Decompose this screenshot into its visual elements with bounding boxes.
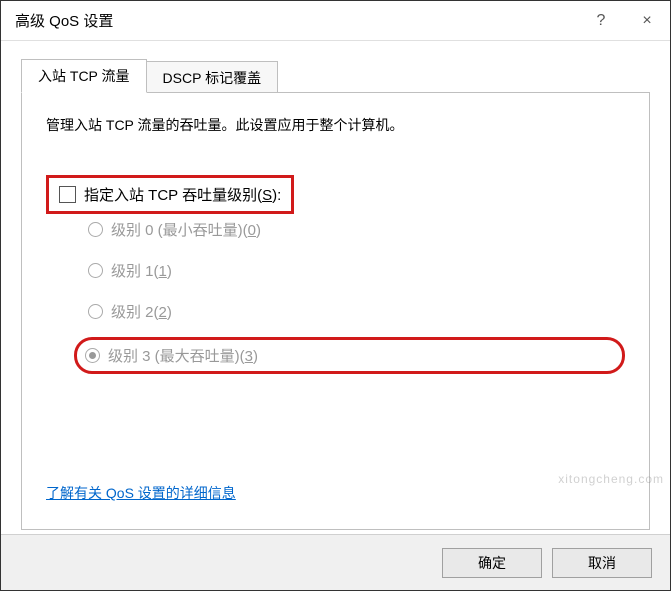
- radio-label: 级别 3 (最大吞吐量)(3): [108, 345, 258, 366]
- titlebar: 高级 QoS 设置 ? ×: [1, 1, 670, 41]
- learn-more-link[interactable]: 了解有关 QoS 设置的详细信息: [46, 483, 236, 503]
- radio-icon: [88, 304, 103, 319]
- tab-inbound-tcp[interactable]: 入站 TCP 流量: [21, 59, 147, 93]
- radio-label: 级别 2(2): [111, 301, 172, 322]
- throughput-checkbox-row[interactable]: 指定入站 TCP 吞吐量级别(S):: [59, 184, 281, 205]
- tab-dscp-override[interactable]: DSCP 标记覆盖: [147, 61, 279, 93]
- highlight-radio-3: 级别 3 (最大吞吐量)(3): [74, 337, 625, 374]
- radio-level-0[interactable]: 级别 0 (最小吞吐量)(0): [80, 214, 625, 245]
- help-button[interactable]: ?: [578, 1, 624, 41]
- cancel-button[interactable]: 取消: [552, 548, 652, 578]
- radio-icon: [88, 263, 103, 278]
- radio-icon: [85, 348, 100, 363]
- radio-level-3[interactable]: 级别 3 (最大吞吐量)(3): [77, 340, 266, 371]
- radio-level-1[interactable]: 级别 1(1): [80, 255, 625, 286]
- dialog-footer: 确定 取消: [1, 534, 670, 590]
- watermark-text: xitongcheng.com: [558, 472, 664, 486]
- radio-icon: [88, 222, 103, 237]
- radio-level-2[interactable]: 级别 2(2): [80, 296, 625, 327]
- dialog-window: 高级 QoS 设置 ? × 入站 TCP 流量 DSCP 标记覆盖 管理入站 T…: [0, 0, 671, 591]
- highlight-checkbox: 指定入站 TCP 吞吐量级别(S):: [46, 175, 294, 214]
- window-title: 高级 QoS 设置: [15, 10, 578, 31]
- close-button[interactable]: ×: [624, 1, 670, 41]
- checkbox-label: 指定入站 TCP 吞吐量级别(S):: [84, 184, 281, 205]
- tab-panel: 管理入站 TCP 流量的吞吐量。此设置应用于整个计算机。 指定入站 TCP 吞吐…: [21, 92, 650, 530]
- dialog-body: 入站 TCP 流量 DSCP 标记覆盖 管理入站 TCP 流量的吞吐量。此设置应…: [1, 41, 670, 534]
- checkbox-icon[interactable]: [59, 186, 76, 203]
- radio-group: 级别 0 (最小吞吐量)(0) 级别 1(1) 级别 2(2): [80, 214, 625, 374]
- tab-strip: 入站 TCP 流量 DSCP 标记覆盖: [21, 59, 650, 93]
- radio-label: 级别 1(1): [111, 260, 172, 281]
- radio-label: 级别 0 (最小吞吐量)(0): [111, 219, 261, 240]
- ok-button[interactable]: 确定: [442, 548, 542, 578]
- description-text: 管理入站 TCP 流量的吞吐量。此设置应用于整个计算机。: [46, 115, 625, 135]
